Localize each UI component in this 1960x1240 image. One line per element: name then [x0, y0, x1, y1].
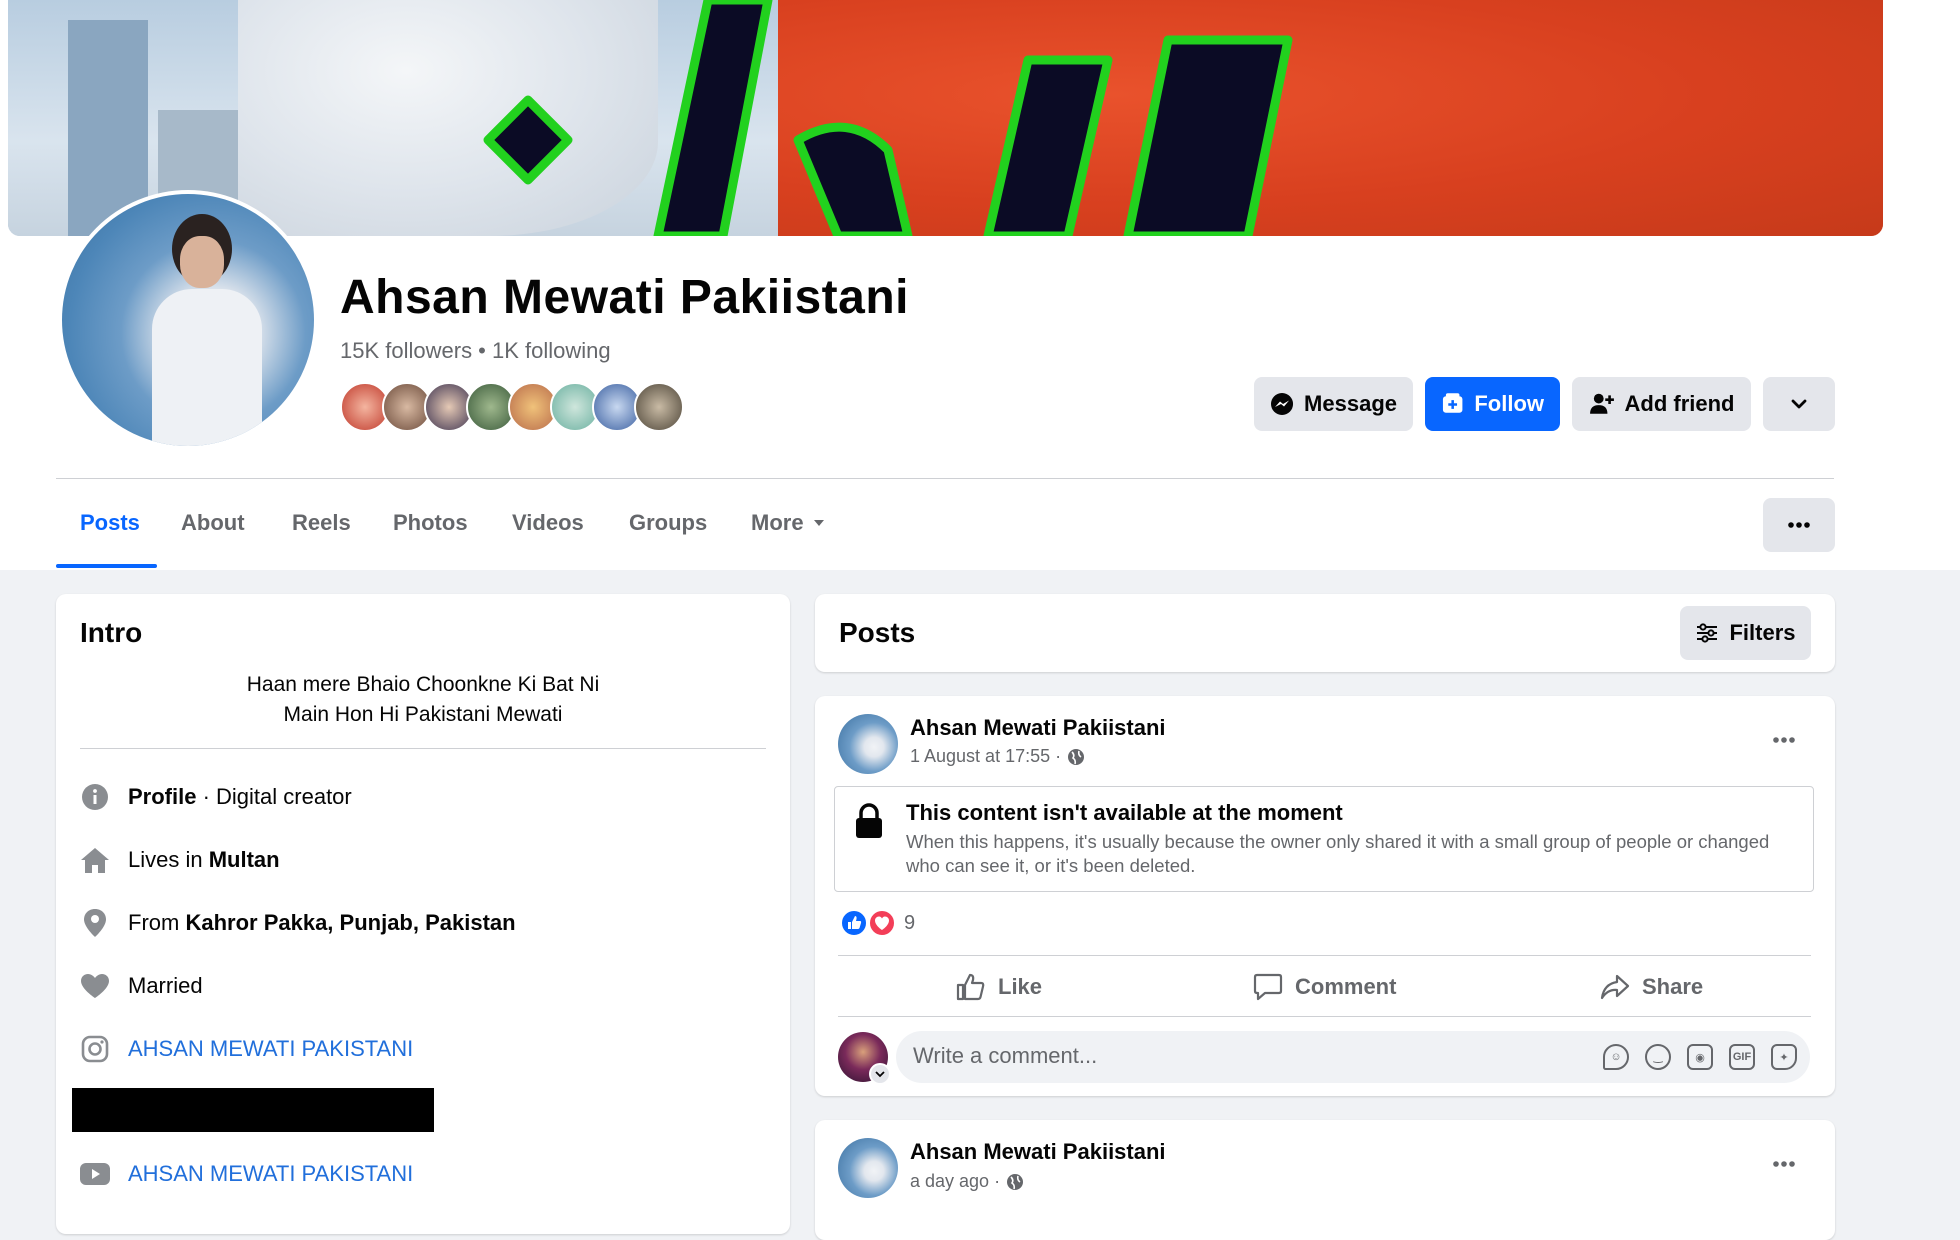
intro-title: Intro — [80, 617, 143, 648]
profile-options-button[interactable] — [1763, 498, 1835, 552]
intro-youtube-row: AHSAN MEWATI PAKISTANI — [80, 1159, 413, 1189]
avatar-sticker-icon[interactable]: ☺ — [1603, 1044, 1629, 1070]
post-meta: a day ago · — [910, 1171, 1024, 1192]
youtube-link[interactable]: AHSAN MEWATI PAKISTANI — [128, 1161, 413, 1187]
redacted-block — [72, 1088, 434, 1132]
tab-posts[interactable]: Posts — [80, 510, 140, 536]
intro-from-row: From Kahror Pakka, Punjab, Pakistan — [80, 908, 516, 938]
sticker-icon[interactable]: ✦ — [1771, 1044, 1797, 1070]
profile-name: Ahsan Mewati Pakiistani — [340, 271, 910, 324]
home-icon — [80, 845, 110, 875]
header-divider — [56, 478, 1834, 479]
lives-city[interactable]: Multan — [209, 847, 280, 873]
caret-down-icon — [813, 520, 824, 526]
post-time[interactable]: a day ago · — [910, 1171, 1000, 1192]
post-divider — [838, 1016, 1811, 1017]
intro-profile-row: Profile · Digital creator — [80, 782, 352, 812]
share-icon — [1600, 974, 1630, 1000]
gif-icon[interactable]: GIF — [1729, 1044, 1755, 1070]
follow-icon — [1442, 393, 1463, 413]
lock-icon — [854, 802, 884, 845]
message-button[interactable]: Message — [1254, 377, 1413, 431]
tab-more-label: More — [751, 510, 804, 535]
tab-more[interactable]: More — [751, 510, 826, 536]
bio-line: Haan mere Bhaio Choonkne Ki Bat Ni — [246, 673, 600, 696]
post-meta: 1 August at 17:55 · — [910, 746, 1085, 767]
from-place[interactable]: Kahror Pakka, Punjab, Pakistan — [185, 910, 515, 936]
reaction-icons[interactable] — [840, 908, 900, 943]
comment-placeholder: Write a comment... — [913, 1043, 1098, 1068]
from-prefix: From — [128, 910, 186, 935]
profile-dropdown-button[interactable] — [1763, 377, 1835, 431]
more-dots-icon — [1788, 522, 1810, 528]
follow-stats[interactable]: 15K followers • 1K following — [340, 338, 611, 364]
intro-instagram-row: AHSAN MEWATI PAKISTANI — [80, 1034, 413, 1064]
tab-videos[interactable]: Videos — [512, 510, 584, 536]
add-person-icon — [1589, 393, 1614, 414]
comment-button[interactable]: Comment — [1253, 968, 1396, 1006]
tab-reels[interactable]: Reels — [292, 510, 351, 536]
info-icon — [80, 782, 110, 812]
like-label: Like — [998, 974, 1043, 999]
emoji-icon[interactable]: ‿ — [1645, 1044, 1671, 1070]
like-icon — [956, 973, 985, 1001]
avatar-switch-icon[interactable] — [869, 1063, 891, 1085]
tab-groups[interactable]: Groups — [629, 510, 707, 536]
tab-about[interactable]: About — [181, 510, 245, 536]
filters-label: Filters — [1729, 620, 1796, 645]
filters-button[interactable]: Filters — [1680, 606, 1811, 660]
reaction-count[interactable]: 9 — [904, 912, 915, 935]
more-dots-icon — [1773, 737, 1795, 743]
cover-photo[interactable] — [8, 0, 1883, 236]
follow-label: Follow — [1474, 391, 1544, 416]
comment-label: Comment — [1295, 974, 1397, 999]
unavailable-title: This content isn't available at the mome… — [906, 800, 1343, 825]
profile-label: Profile — [128, 784, 197, 809]
intro-divider — [80, 748, 766, 749]
post-divider — [838, 955, 1811, 956]
camera-icon[interactable]: ◉ — [1687, 1044, 1713, 1070]
filters-icon — [1697, 623, 1718, 643]
bio-line: Main Hon Hi Pakistani Mewati — [283, 703, 563, 726]
unavailable-text: When this happens, it's usually because … — [906, 831, 1770, 876]
posts-title: Posts — [839, 617, 916, 648]
intro-lives-row: Lives in Multan — [80, 845, 280, 875]
post-options-button[interactable] — [1764, 725, 1804, 755]
follow-button[interactable]: Follow — [1425, 377, 1560, 431]
active-tab-indicator — [56, 564, 157, 568]
post-author-avatar[interactable] — [838, 714, 898, 774]
chevron-down-icon — [1791, 399, 1807, 409]
location-pin-icon — [80, 908, 110, 938]
post-options-button[interactable] — [1764, 1149, 1804, 1179]
post-author-name[interactable]: Ahsan Mewati Pakiistani — [910, 715, 1166, 741]
youtube-icon — [80, 1159, 110, 1189]
tab-photos[interactable]: Photos — [393, 510, 468, 536]
relationship-status: Married — [128, 973, 203, 998]
profile-category: · Digital creator — [196, 784, 352, 809]
messenger-icon — [1271, 392, 1294, 416]
post-author-avatar[interactable] — [838, 1138, 898, 1198]
profile-avatar[interactable] — [62, 194, 314, 446]
intro-relationship-row: Married — [80, 971, 203, 1001]
globe-icon — [1068, 748, 1085, 765]
post-author-name[interactable]: Ahsan Mewati Pakiistani — [910, 1139, 1166, 1165]
instagram-link[interactable]: AHSAN MEWATI PAKISTANI — [128, 1036, 413, 1062]
heart-icon — [80, 971, 110, 1001]
globe-icon — [1007, 1173, 1024, 1190]
post-time[interactable]: 1 August at 17:55 · — [910, 746, 1061, 767]
comment-icon — [1253, 973, 1283, 1001]
share-button[interactable]: Share — [1600, 968, 1703, 1006]
add-friend-button[interactable]: Add friend — [1572, 377, 1751, 431]
add-friend-label: Add friend — [1624, 391, 1735, 416]
more-dots-icon — [1773, 1161, 1795, 1167]
intro-bio: Haan mere Bhaio Choonkne Ki Bat Ni Main … — [80, 670, 766, 730]
like-button[interactable]: Like — [956, 968, 1042, 1006]
lives-prefix: Lives in — [128, 847, 209, 872]
instagram-icon — [80, 1034, 110, 1064]
follower-avatar[interactable] — [634, 382, 684, 432]
message-label: Message — [1304, 391, 1397, 416]
share-label: Share — [1642, 974, 1704, 999]
